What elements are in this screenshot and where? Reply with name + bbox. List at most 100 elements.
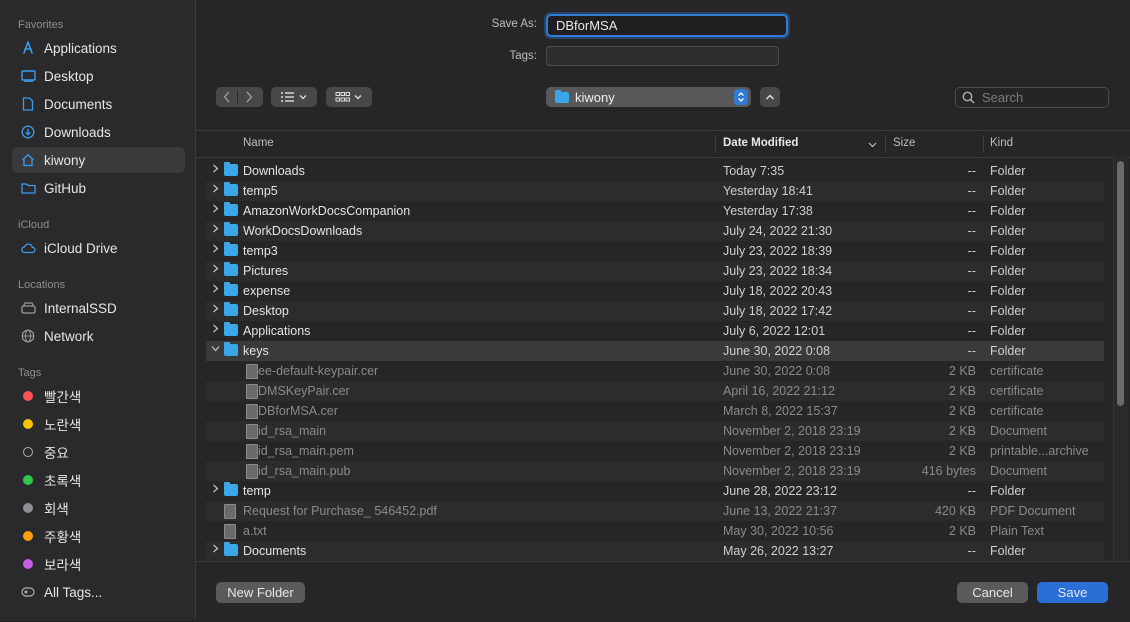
sidebar-tag-important[interactable]: 중요 [12, 439, 185, 465]
folder-row[interactable]: temp June 28, 2022 23:12 -- Folder [206, 481, 1104, 501]
expand-collapse-button[interactable] [760, 87, 780, 107]
disclosure-closed-icon[interactable] [209, 484, 221, 498]
disclosure-closed-icon[interactable] [209, 304, 221, 318]
folder-row[interactable]: expense July 18, 2022 20:43 -- Folder [206, 281, 1104, 301]
sidebar-item-icloud-drive[interactable]: iCloud Drive [12, 235, 185, 261]
tags-icon [20, 584, 36, 600]
disclosure-closed-icon[interactable] [209, 284, 221, 298]
file-row[interactable]: a.txt May 30, 2022 10:56 2 KB Plain Text [206, 521, 1104, 541]
vertical-scrollbar[interactable] [1113, 157, 1128, 561]
file-size: 420 KB [934, 504, 976, 518]
list-view-button[interactable] [271, 87, 317, 107]
sidebar-item-network[interactable]: Network [12, 323, 185, 349]
file-row[interactable]: DBforMSA.cer March 8, 2022 15:37 2 KB certi… [206, 401, 1104, 421]
file-row[interactable]: id_rsa_main.pub November 2, 2018 23:19 416… [206, 461, 1104, 481]
disclosure-closed-icon[interactable] [209, 264, 221, 278]
file-date-modified: June 28, 2022 23:12 [723, 484, 837, 498]
disclosure-closed-icon[interactable] [209, 324, 221, 338]
column-date-modified[interactable]: Date Modified [723, 137, 798, 149]
disclosure-closed-icon[interactable] [209, 224, 221, 238]
file-size: -- [967, 204, 976, 218]
save-as-field[interactable]: DBforMSA [546, 14, 788, 37]
search-field[interactable]: Search [955, 87, 1109, 108]
grid-view-icon [335, 92, 362, 102]
cancel-button[interactable]: Cancel [957, 582, 1028, 603]
column-divider [885, 135, 886, 153]
file-date-modified: June 30, 2022 0:08 [723, 364, 831, 378]
yellow-tag-dot-icon [23, 419, 33, 429]
disclosure-closed-icon[interactable] [209, 244, 221, 258]
column-size[interactable]: Size [893, 137, 915, 149]
folder-icon [224, 302, 238, 316]
file-size: 2 KB [948, 444, 976, 458]
folder-icon [224, 342, 238, 356]
sidebar-item-internalssd[interactable]: InternalSSD [12, 295, 185, 321]
file-row[interactable]: Request for Purchase_ 546452.pdf June 13,… [206, 501, 1104, 521]
folder-row[interactable]: keys June 30, 2022 0:08 -- Folder [206, 341, 1104, 361]
disclosure-closed-icon[interactable] [209, 204, 221, 218]
new-folder-button[interactable]: New Folder [216, 582, 305, 603]
file-date-modified: July 23, 2022 18:34 [723, 264, 833, 278]
sidebar-item-documents[interactable]: Documents [12, 91, 185, 117]
file-name: Applications [243, 324, 311, 338]
icloud-heading: iCloud [18, 219, 50, 231]
scrollbar-thumb[interactable] [1117, 161, 1124, 406]
location-popup[interactable]: kiwony [546, 87, 751, 107]
sidebar-tag-purple[interactable]: 보라색 [12, 551, 185, 577]
file-date-modified: July 18, 2022 17:42 [723, 304, 833, 318]
disclosure-open-icon[interactable] [209, 344, 221, 358]
sidebar-tag-red[interactable]: 빨간색 [12, 383, 185, 409]
sidebar-item-github[interactable]: GitHub [12, 175, 185, 201]
folder-row[interactable]: AmazonWorkDocsCompanion Yesterday 17:38 --… [206, 201, 1104, 221]
file-size: -- [967, 304, 976, 318]
column-name[interactable]: Name [243, 137, 274, 149]
forward-button[interactable] [238, 87, 259, 107]
folder-row[interactable]: Pictures July 23, 2022 18:34 -- Folder [206, 261, 1104, 281]
folder-icon [224, 482, 238, 496]
file-kind: Plain Text [990, 524, 1044, 538]
sidebar-all-tags[interactable]: All Tags... [12, 579, 185, 605]
disclosure-closed-icon[interactable] [209, 544, 221, 558]
file-name: AmazonWorkDocsCompanion [243, 204, 411, 218]
folder-row[interactable]: temp5 Yesterday 18:41 -- Folder [206, 181, 1104, 201]
back-button[interactable] [216, 87, 237, 107]
file-name: keys [243, 344, 269, 358]
folder-icon [224, 202, 238, 216]
sidebar-tag-yellow[interactable]: 노란색 [12, 411, 185, 437]
file-name: Request for Purchase_ 546452.pdf [243, 504, 437, 518]
sidebar-item-downloads[interactable]: Downloads [12, 119, 185, 145]
file-kind: Folder [990, 324, 1026, 338]
group-view-button[interactable] [326, 87, 372, 107]
folder-row[interactable]: temp3 July 23, 2022 18:39 -- Folder [206, 241, 1104, 261]
folder-row[interactable]: Desktop July 18, 2022 17:42 -- Folder [206, 301, 1104, 321]
sidebar-tag-green[interactable]: 초록색 [12, 467, 185, 493]
file-row[interactable]: ee-default-keypair.cer June 30, 2022 0:08… [206, 361, 1104, 381]
sidebar-item-applications[interactable]: Applications [12, 35, 185, 61]
sidebar-tag-orange[interactable]: 주황색 [12, 523, 185, 549]
green-tag-dot-icon [23, 475, 33, 485]
file-name: id_rsa_main.pem [258, 444, 354, 458]
sidebar-item-desktop[interactable]: Desktop [12, 63, 185, 89]
folder-icon [224, 222, 238, 236]
save-button[interactable]: Save [1037, 582, 1108, 603]
file-row[interactable]: DMSKeyPair.cer April 16, 2022 21:12 2 KB ce… [206, 381, 1104, 401]
folder-row[interactable]: WorkDocsDownloads July 24, 2022 21:30 -- Fo… [206, 221, 1104, 241]
folder-row[interactable]: Downloads Today 7:35 -- Folder [206, 161, 1104, 181]
sidebar-item-label: Network [44, 328, 94, 344]
file-size: -- [967, 264, 976, 278]
file-icon [246, 364, 258, 379]
file-row[interactable]: id_rsa_main.pem November 2, 2018 23:19 2 K… [206, 441, 1104, 461]
sidebar-tag-gray[interactable]: 회색 [12, 495, 185, 521]
sidebar-item-kiwony[interactable]: kiwony [12, 147, 185, 173]
chevron-up-icon [765, 94, 775, 100]
disclosure-closed-icon[interactable] [209, 164, 221, 178]
tags-heading: Tags [18, 367, 42, 379]
file-row[interactable]: id_rsa_main November 2, 2018 23:19 2 KB Doc… [206, 421, 1104, 441]
disclosure-closed-icon[interactable] [209, 184, 221, 198]
folder-row[interactable]: Documents May 26, 2022 13:27 -- Folder [206, 541, 1104, 561]
folder-row[interactable]: Applications July 6, 2022 12:01 -- Folder [206, 321, 1104, 341]
tags-field[interactable] [546, 46, 779, 66]
column-kind[interactable]: Kind [990, 137, 1013, 149]
sidebar: Favorites Applications Desktop Documents… [0, 0, 196, 621]
file-date-modified: June 13, 2022 21:37 [723, 504, 837, 518]
